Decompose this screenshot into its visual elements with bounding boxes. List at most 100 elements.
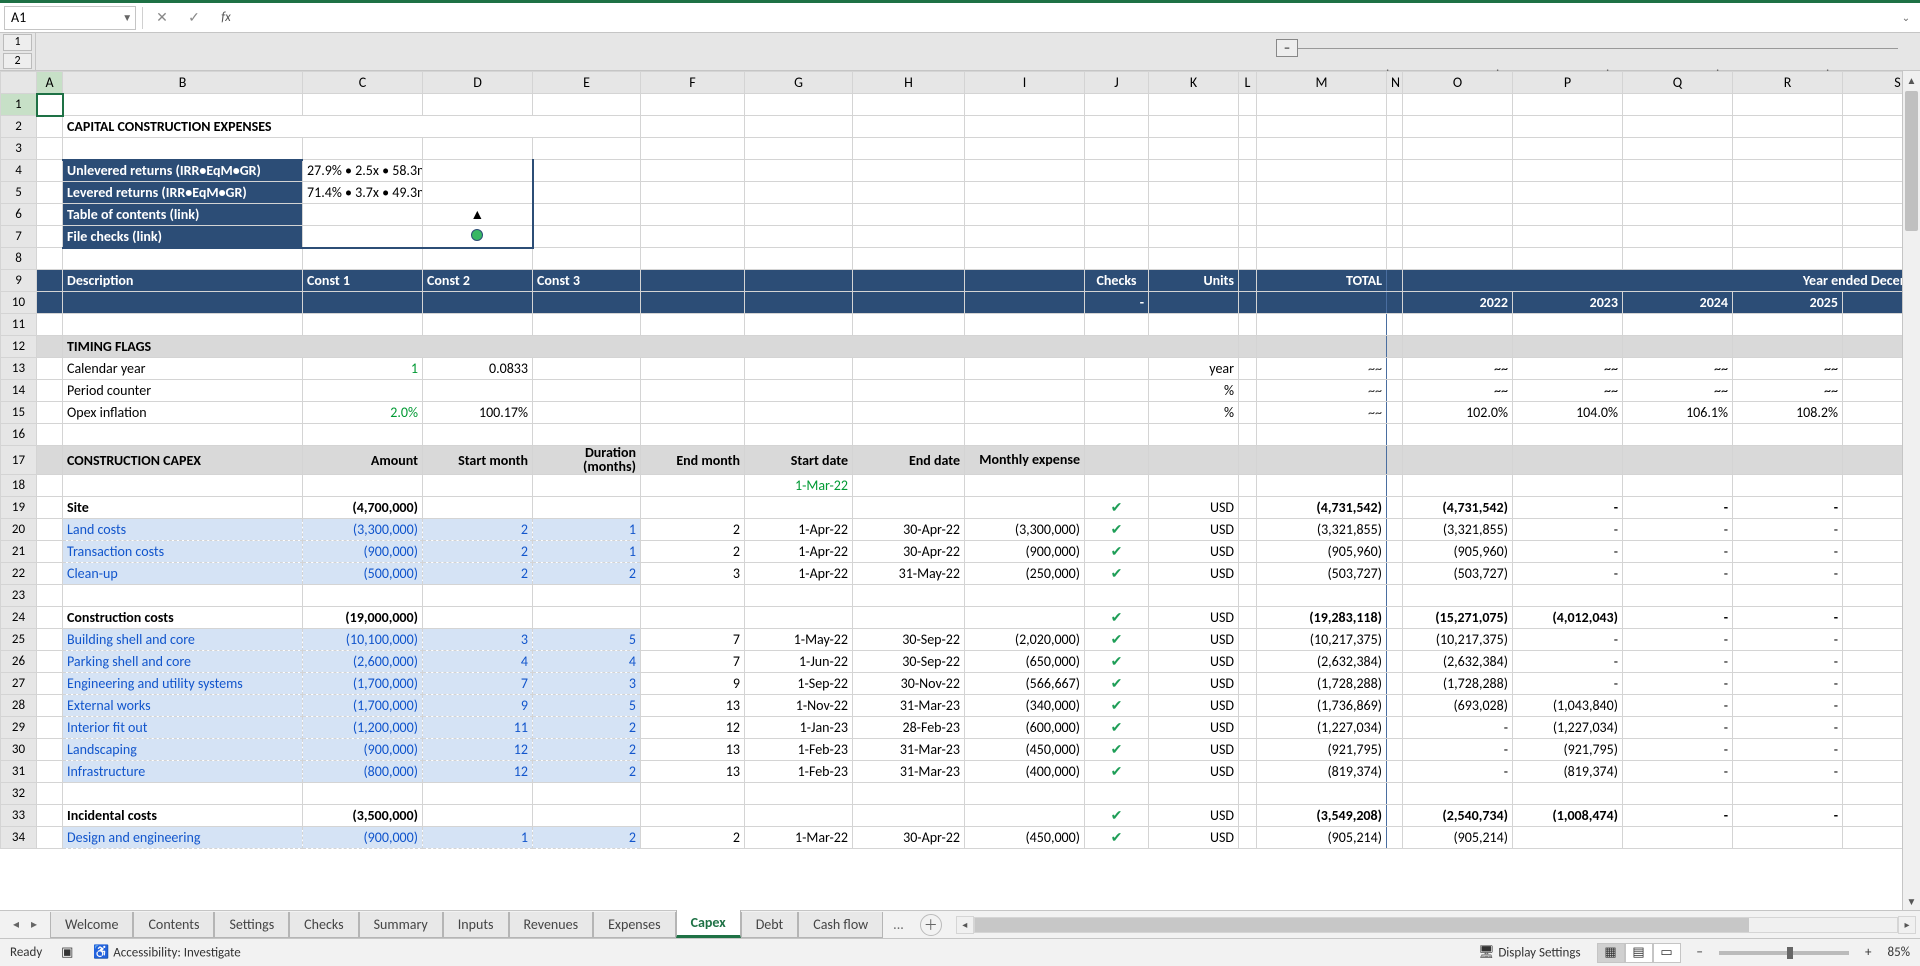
h-scroll-thumb[interactable] <box>975 918 1750 932</box>
cell[interactable] <box>745 94 853 116</box>
cell[interactable]: External works <box>63 695 303 717</box>
cell[interactable] <box>423 160 533 182</box>
cell[interactable]: 3 <box>533 673 641 695</box>
cell[interactable]: - <box>1513 519 1623 541</box>
cell[interactable]: - <box>1733 629 1843 651</box>
cell[interactable] <box>303 585 423 607</box>
cell[interactable] <box>1085 585 1149 607</box>
cell[interactable] <box>37 475 63 497</box>
sheet-tab-summary[interactable]: Summary <box>359 912 443 938</box>
cell[interactable]: - <box>1513 629 1623 651</box>
cell[interactable] <box>641 380 745 402</box>
cell[interactable] <box>1733 204 1843 226</box>
cell[interactable]: - <box>1623 519 1733 541</box>
sheet-tab-contents[interactable]: Contents <box>133 912 214 938</box>
cell[interactable]: 31-Mar-23 <box>853 695 965 717</box>
unlevered-returns-label[interactable]: Unlevered returns (IRR•EqM•GR) <box>63 160 303 182</box>
cell[interactable]: (1,227,034) <box>1513 717 1623 739</box>
cell[interactable] <box>1239 116 1257 138</box>
cell[interactable] <box>37 541 63 563</box>
cell[interactable]: (340,000) <box>965 695 1085 717</box>
cell[interactable] <box>853 424 965 446</box>
cell[interactable] <box>1239 497 1257 519</box>
cell[interactable]: - <box>1403 717 1513 739</box>
sheet-tab-expenses[interactable]: Expenses <box>593 912 676 938</box>
cell[interactable]: 2 <box>423 541 533 563</box>
col-header[interactable]: J <box>1085 72 1149 94</box>
cell[interactable]: 1-Nov-22 <box>745 695 853 717</box>
cell[interactable] <box>1513 160 1623 182</box>
cell[interactable]: - <box>1733 695 1843 717</box>
tabs-overflow[interactable]: ... <box>883 916 914 933</box>
row-header[interactable]: 28 <box>1 695 37 717</box>
cell[interactable]: (19,283,118) <box>1257 607 1387 629</box>
cell[interactable]: Clean-up <box>63 563 303 585</box>
col-header[interactable]: O <box>1403 72 1513 94</box>
zoom-out-button[interactable]: − <box>1697 945 1703 960</box>
cell[interactable]: Landscaping <box>63 739 303 761</box>
cell[interactable] <box>1733 424 1843 446</box>
col-header[interactable]: B <box>63 72 303 94</box>
cell[interactable] <box>1623 204 1733 226</box>
cell[interactable] <box>1843 314 1903 336</box>
cell[interactable] <box>303 248 423 270</box>
cell[interactable]: 30-Apr-22 <box>853 827 965 849</box>
cell[interactable] <box>1149 116 1239 138</box>
cell[interactable] <box>63 424 303 446</box>
row-header[interactable]: 1 <box>1 94 37 116</box>
cell[interactable] <box>533 204 641 226</box>
cell[interactable]: 1 <box>533 541 641 563</box>
cell[interactable] <box>1239 607 1257 629</box>
cell[interactable]: 12 <box>423 739 533 761</box>
vertical-scrollbar[interactable]: ▲ ▼ <box>1902 71 1920 910</box>
cell[interactable]: year <box>1149 358 1239 380</box>
cell[interactable] <box>37 651 63 673</box>
cell[interactable] <box>965 292 1085 314</box>
cell[interactable] <box>853 226 965 248</box>
cell[interactable] <box>965 182 1085 204</box>
cell[interactable] <box>1387 673 1403 695</box>
cell[interactable] <box>1239 673 1257 695</box>
cell[interactable]: - <box>1843 563 1903 585</box>
col-header[interactable]: F <box>641 72 745 94</box>
cell[interactable]: 7 <box>641 629 745 651</box>
cell[interactable] <box>1623 182 1733 204</box>
name-box[interactable]: ▼ <box>4 6 136 30</box>
cell[interactable] <box>1843 182 1903 204</box>
cell[interactable] <box>37 94 63 116</box>
cell[interactable] <box>1843 94 1903 116</box>
sheet-tab-settings[interactable]: Settings <box>214 912 289 938</box>
cell[interactable] <box>1623 827 1733 849</box>
cell[interactable]: - <box>1843 673 1903 695</box>
cell[interactable]: 2023 <box>1513 292 1623 314</box>
cell[interactable] <box>1387 497 1403 519</box>
cell[interactable] <box>1623 248 1733 270</box>
cell[interactable] <box>37 739 63 761</box>
cell[interactable]: 100.17% <box>423 402 533 424</box>
sheet-tab-capex[interactable]: Capex <box>676 910 741 938</box>
cell[interactable] <box>745 497 853 519</box>
cell[interactable] <box>1149 94 1239 116</box>
cell[interactable] <box>1239 585 1257 607</box>
cell[interactable] <box>1513 336 1623 358</box>
cell[interactable]: - <box>1733 673 1843 695</box>
cell[interactable]: Description <box>63 270 303 292</box>
cell[interactable]: Calendar year <box>63 358 303 380</box>
sheet-tab-checks[interactable]: Checks <box>289 912 358 938</box>
cell[interactable]: (1,700,000) <box>303 673 423 695</box>
cell[interactable]: (10,100,000) <box>303 629 423 651</box>
accessibility-status[interactable]: ♿ Accessibility: Investigate <box>92 944 240 962</box>
tab-nav-last-icon[interactable]: ▸ <box>26 917 42 932</box>
cell[interactable] <box>1239 446 1257 475</box>
cell[interactable] <box>1257 475 1387 497</box>
cell[interactable]: 2 <box>641 827 745 849</box>
cell[interactable] <box>1513 116 1623 138</box>
cell[interactable] <box>745 160 853 182</box>
cell[interactable]: - <box>1513 563 1623 585</box>
cell[interactable]: ~~ <box>1403 380 1513 402</box>
cell[interactable]: (1,227,034) <box>1257 717 1387 739</box>
cell[interactable]: (3,321,855) <box>1403 519 1513 541</box>
cell[interactable]: (503,727) <box>1257 563 1387 585</box>
cell[interactable]: 13 <box>641 761 745 783</box>
cell[interactable] <box>745 138 853 160</box>
